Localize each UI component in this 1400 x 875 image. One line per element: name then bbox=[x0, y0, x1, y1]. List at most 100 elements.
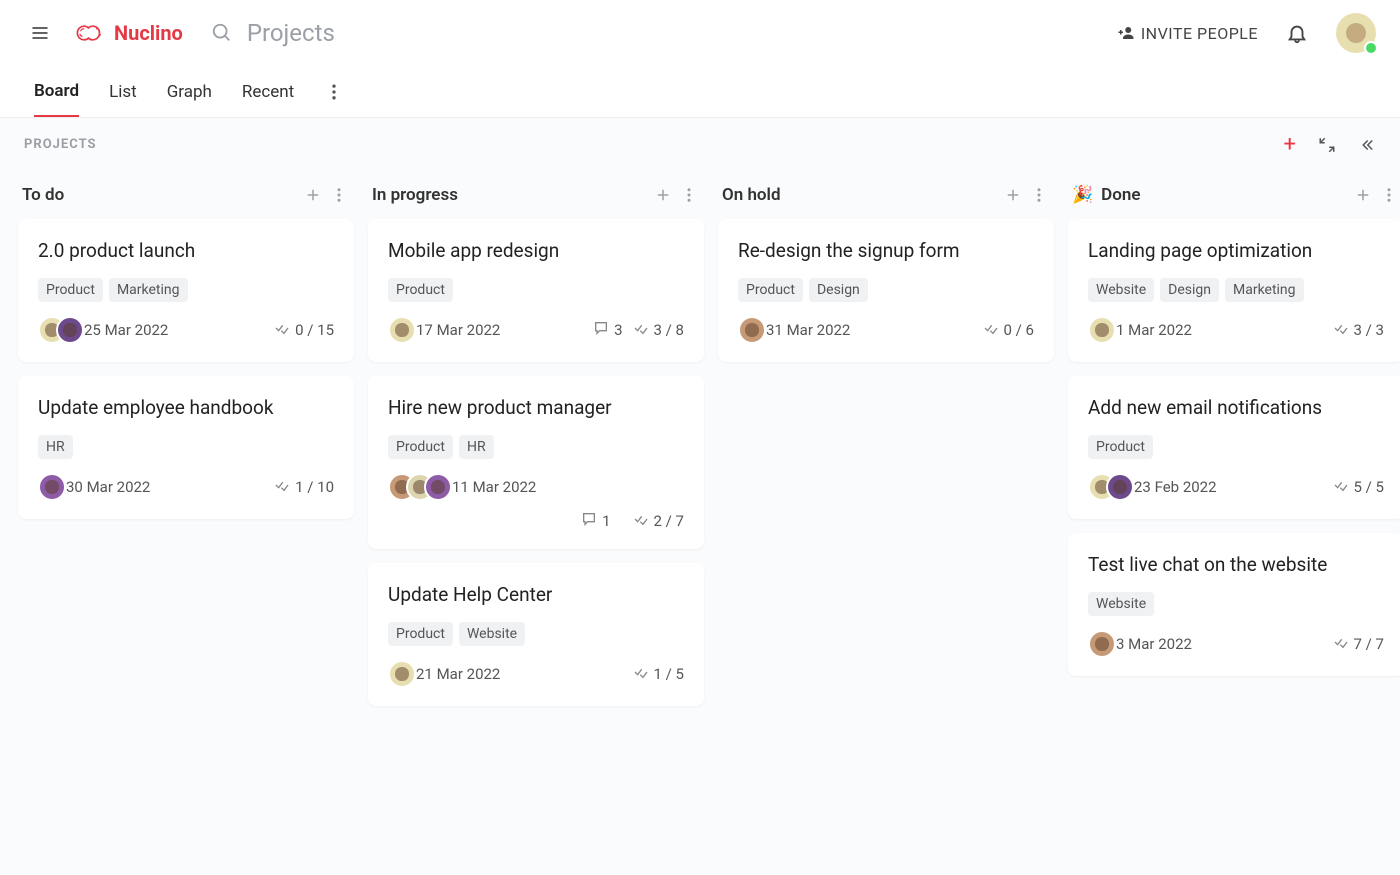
card-date: 31 Mar 2022 bbox=[766, 321, 850, 339]
tasks-stat: 5 / 5 bbox=[1333, 477, 1385, 497]
column-more-button[interactable] bbox=[1030, 186, 1048, 204]
checklist-icon bbox=[983, 320, 999, 340]
card-title: 2.0 product launch bbox=[38, 239, 334, 262]
menu-button[interactable] bbox=[28, 21, 52, 45]
board-card[interactable]: 2.0 product launchProductMarketing25 Mar… bbox=[18, 219, 354, 362]
user-avatar[interactable] bbox=[1336, 13, 1376, 53]
checklist-icon bbox=[633, 511, 649, 531]
tasks-stat: 2 / 7 bbox=[633, 511, 685, 531]
card-footer: 17 Mar 2022 3 3 / 8 bbox=[388, 316, 684, 344]
board-card[interactable]: Test live chat on the websiteWebsite3 Ma… bbox=[1068, 533, 1400, 676]
card-footer: 30 Mar 2022 1 / 10 bbox=[38, 473, 334, 501]
card-tags: ProductWebsite bbox=[388, 622, 684, 646]
board-card[interactable]: Update employee handbookHR30 Mar 20221 /… bbox=[18, 376, 354, 519]
card-avatars bbox=[388, 316, 406, 344]
comment-icon bbox=[581, 511, 597, 531]
comment-icon bbox=[593, 320, 609, 340]
card-tags: HR bbox=[38, 435, 334, 459]
avatar bbox=[1106, 473, 1134, 501]
column-header: On hold bbox=[718, 185, 1054, 219]
card-title: Test live chat on the website bbox=[1088, 553, 1384, 576]
invite-people-button[interactable]: INVITE PEOPLE bbox=[1117, 24, 1258, 43]
checklist-icon bbox=[633, 320, 649, 340]
column-more-button[interactable] bbox=[330, 186, 348, 204]
avatar bbox=[388, 316, 416, 344]
card-date: 3 Mar 2022 bbox=[1116, 635, 1192, 653]
tag: Marketing bbox=[109, 278, 188, 302]
tab-recent[interactable]: Recent bbox=[242, 68, 294, 116]
tasks-stat: 0 / 6 bbox=[983, 320, 1035, 340]
card-tags: WebsiteDesignMarketing bbox=[1088, 278, 1384, 302]
tasks-stat: 3 / 8 bbox=[633, 320, 685, 340]
card-date: 21 Mar 2022 bbox=[416, 665, 500, 683]
checklist-icon bbox=[1333, 477, 1349, 497]
tag: Design bbox=[1160, 278, 1219, 302]
tasks-stat: 7 / 7 bbox=[1333, 634, 1385, 654]
tag: Website bbox=[459, 622, 525, 646]
hide-sidebar-icon[interactable] bbox=[1358, 136, 1376, 154]
checklist-icon bbox=[274, 477, 290, 497]
column-header: In progress bbox=[368, 185, 704, 219]
board-tools: + bbox=[1284, 132, 1376, 157]
avatar bbox=[56, 316, 84, 344]
notifications-icon[interactable] bbox=[1286, 22, 1308, 44]
column-title: On hold bbox=[722, 185, 781, 205]
column-add-button[interactable] bbox=[1354, 186, 1372, 204]
board-area: PROJECTS + To do2.0 product launchProduc… bbox=[0, 118, 1400, 875]
avatar bbox=[738, 316, 766, 344]
column-header: 🎉Done bbox=[1068, 185, 1400, 219]
tab-list[interactable]: List bbox=[109, 68, 137, 116]
card-footer: 1 Mar 20223 / 3 bbox=[1088, 316, 1384, 344]
column: On hold Re-design the signup form ProductD… bbox=[718, 185, 1054, 720]
board-columns: To do 2.0 product launchProductMarketing2… bbox=[14, 163, 1386, 742]
column-header: To do bbox=[18, 185, 354, 219]
board-card[interactable]: Mobile app redesignProduct17 Mar 202233 … bbox=[368, 219, 704, 362]
app-logo[interactable]: Nuclino bbox=[74, 21, 183, 45]
tabs-more-button[interactable] bbox=[324, 82, 344, 102]
card-date: 30 Mar 2022 bbox=[66, 478, 150, 496]
board-card[interactable]: Hire new product managerProductHR11 Mar … bbox=[368, 376, 704, 549]
board-header: PROJECTS + bbox=[14, 118, 1386, 163]
avatar bbox=[1088, 316, 1116, 344]
column: In progressMobile app redesignProduct17 … bbox=[368, 185, 704, 720]
comments-stat: 3 bbox=[593, 320, 622, 340]
column: To do 2.0 product launchProductMarketing2… bbox=[18, 185, 354, 720]
avatar bbox=[388, 660, 416, 688]
checklist-icon bbox=[1333, 634, 1349, 654]
breadcrumb[interactable]: PROJECTS bbox=[24, 137, 97, 152]
more-vertical-icon bbox=[324, 82, 344, 102]
board-card[interactable]: Update Help Center ProductWebsite 21 Mar 2… bbox=[368, 563, 704, 706]
tag: HR bbox=[38, 435, 73, 459]
add-button[interactable]: + bbox=[1284, 132, 1296, 157]
column-title: To do bbox=[22, 185, 64, 205]
board-card[interactable]: Add new email notificationsProduct23 Feb… bbox=[1068, 376, 1400, 519]
tasks-stat: 1 / 10 bbox=[274, 477, 334, 497]
column-add-button[interactable] bbox=[1004, 186, 1022, 204]
search-icon bbox=[211, 22, 233, 44]
app-name: Nuclino bbox=[114, 21, 183, 45]
card-date: 17 Mar 2022 bbox=[416, 321, 500, 339]
card-avatars bbox=[1088, 316, 1106, 344]
search-placeholder: Projects bbox=[247, 19, 335, 47]
column-add-button[interactable] bbox=[654, 186, 672, 204]
app-header: Nuclino Projects INVITE PEOPLE bbox=[0, 0, 1400, 66]
card-avatars bbox=[1088, 473, 1124, 501]
collapse-icon[interactable] bbox=[1318, 136, 1336, 154]
tab-graph[interactable]: Graph bbox=[167, 68, 212, 116]
card-avatars bbox=[738, 316, 756, 344]
column-add-button[interactable] bbox=[304, 186, 322, 204]
search-area[interactable]: Projects bbox=[211, 19, 1117, 47]
tab-board[interactable]: Board bbox=[34, 67, 79, 117]
card-title: Update Help Center bbox=[388, 583, 684, 606]
card-footer: 11 Mar 2022 bbox=[388, 473, 684, 501]
tasks-stat: 1 / 5 bbox=[633, 664, 685, 684]
column-more-button[interactable] bbox=[1380, 186, 1398, 204]
column-more-button[interactable] bbox=[680, 186, 698, 204]
hamburger-icon bbox=[30, 23, 50, 43]
column-title: In progress bbox=[372, 185, 458, 205]
card-title: Add new email notifications bbox=[1088, 396, 1384, 419]
board-card[interactable]: Re-design the signup form ProductDesign 31… bbox=[718, 219, 1054, 362]
card-title: Re-design the signup form bbox=[738, 239, 1034, 262]
card-tags: ProductDesign bbox=[738, 278, 1034, 302]
board-card[interactable]: Landing page optimizationWebsiteDesignMa… bbox=[1068, 219, 1400, 362]
